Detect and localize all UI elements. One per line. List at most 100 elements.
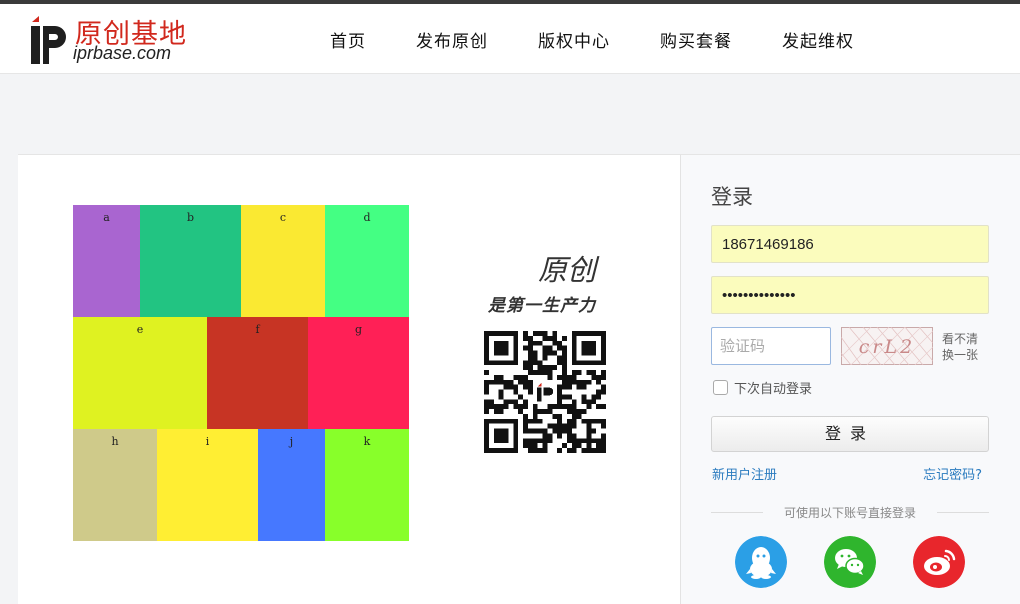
- remember-me[interactable]: 下次自动登录: [713, 378, 812, 397]
- qr-module: [581, 394, 587, 400]
- qr-module: [527, 418, 533, 424]
- qr-module: [596, 394, 602, 400]
- qr-module: [566, 404, 572, 410]
- qr-module: [586, 399, 592, 405]
- nav-item-copyright-center[interactable]: 版权中心: [538, 27, 610, 52]
- qr-module: [591, 438, 597, 444]
- qr-module: [493, 428, 499, 434]
- qr-module: [513, 399, 519, 405]
- qr-module: [527, 438, 533, 444]
- qr-module: [513, 404, 519, 410]
- qr-module: [537, 438, 543, 444]
- qr-module: [596, 448, 602, 453]
- qr-module: [601, 345, 606, 351]
- qr-module: [552, 413, 558, 419]
- captcha-image[interactable]: crL2: [841, 327, 933, 365]
- qr-module: [498, 345, 504, 351]
- qr-module: [498, 340, 504, 346]
- nav-item-publish[interactable]: 发布原创: [416, 27, 488, 52]
- qr-module: [586, 404, 592, 410]
- nav-item-buy-package[interactable]: 购买套餐: [660, 27, 732, 52]
- qr-module: [557, 448, 563, 453]
- qr-module: [508, 418, 514, 424]
- qr-module: [596, 418, 602, 424]
- qr-module: [571, 438, 577, 444]
- qq-login-icon[interactable]: [735, 536, 787, 588]
- qr-module: [532, 428, 538, 434]
- qr-module: [513, 438, 519, 444]
- qr-module: [542, 370, 548, 375]
- qr-module: [484, 389, 489, 395]
- grid-cell-b: b: [140, 205, 241, 317]
- qr-module: [542, 409, 548, 414]
- qr-module: [586, 360, 592, 366]
- qr-module: [571, 335, 577, 341]
- qr-module: [527, 360, 533, 366]
- qr-module: [581, 399, 587, 405]
- qr-module: [484, 418, 489, 424]
- nav-item-rights-protection[interactable]: 发起维权: [782, 27, 854, 52]
- qr-module: [552, 423, 558, 429]
- qr-module: [562, 345, 567, 351]
- refresh-captcha-link[interactable]: 看不清 换一张: [942, 331, 988, 363]
- weibo-login-icon[interactable]: [913, 536, 965, 588]
- qr-module: [566, 418, 572, 424]
- qr-module: [484, 409, 489, 414]
- qr-module: [571, 355, 577, 361]
- qr-module: [581, 360, 587, 366]
- qr-module: [523, 384, 528, 390]
- qr-module: [527, 379, 533, 385]
- slogan-title: 原创: [538, 253, 597, 287]
- qr-module: [484, 350, 489, 356]
- username-input[interactable]: [711, 225, 989, 263]
- login-title: 登录: [711, 185, 753, 209]
- register-link[interactable]: 新用户注册: [712, 464, 777, 483]
- login-button[interactable]: 登录: [711, 416, 989, 452]
- qr-module: [518, 404, 524, 410]
- qr-module: [571, 404, 577, 410]
- color-grid: a b c d e f g h i j k: [73, 205, 409, 541]
- qr-module: [498, 350, 504, 356]
- qr-module: [542, 355, 548, 361]
- qr-module: [601, 355, 606, 361]
- qr-module: [518, 394, 524, 400]
- qr-module: [601, 404, 606, 410]
- third-party-divider: 可使用以下账号直接登录: [711, 504, 989, 520]
- qr-module: [601, 443, 606, 449]
- qr-module: [513, 360, 519, 366]
- qr-module: [532, 331, 538, 336]
- qr-module: [513, 428, 519, 434]
- qr-module: [601, 423, 606, 429]
- nav-item-home[interactable]: 首页: [330, 27, 366, 52]
- qr-module: [484, 433, 489, 439]
- qr-module: [601, 350, 606, 356]
- qr-module: [586, 433, 592, 439]
- qr-module: [488, 360, 494, 366]
- qr-module: [586, 370, 592, 375]
- qr-module: [596, 404, 602, 410]
- forgot-password-link[interactable]: 忘记密码?: [923, 464, 982, 483]
- qr-module: [566, 433, 572, 439]
- grid-cell-label: a: [103, 211, 110, 224]
- qr-module: [523, 399, 528, 405]
- qr-module: [566, 428, 572, 434]
- qr-module: [591, 399, 597, 405]
- qr-module: [493, 448, 499, 453]
- qr-module: [566, 394, 572, 400]
- qr-center-logo-icon: [533, 380, 557, 404]
- password-input[interactable]: [711, 276, 989, 314]
- qr-module: [498, 409, 504, 414]
- qr-module: [503, 340, 509, 346]
- grid-cell-label: c: [279, 211, 287, 224]
- qr-module: [566, 374, 572, 380]
- qr-module: [523, 379, 528, 385]
- logo[interactable]: 原创基地 iprbase.com: [28, 12, 198, 68]
- qr-module: [562, 355, 567, 361]
- qr-module: [484, 423, 489, 429]
- wechat-login-icon[interactable]: [824, 536, 876, 588]
- qr-module: [566, 384, 572, 390]
- remember-me-checkbox[interactable]: [713, 380, 728, 395]
- captcha-input[interactable]: [711, 327, 831, 365]
- qr-module: [562, 404, 567, 410]
- qr-module: [542, 438, 548, 444]
